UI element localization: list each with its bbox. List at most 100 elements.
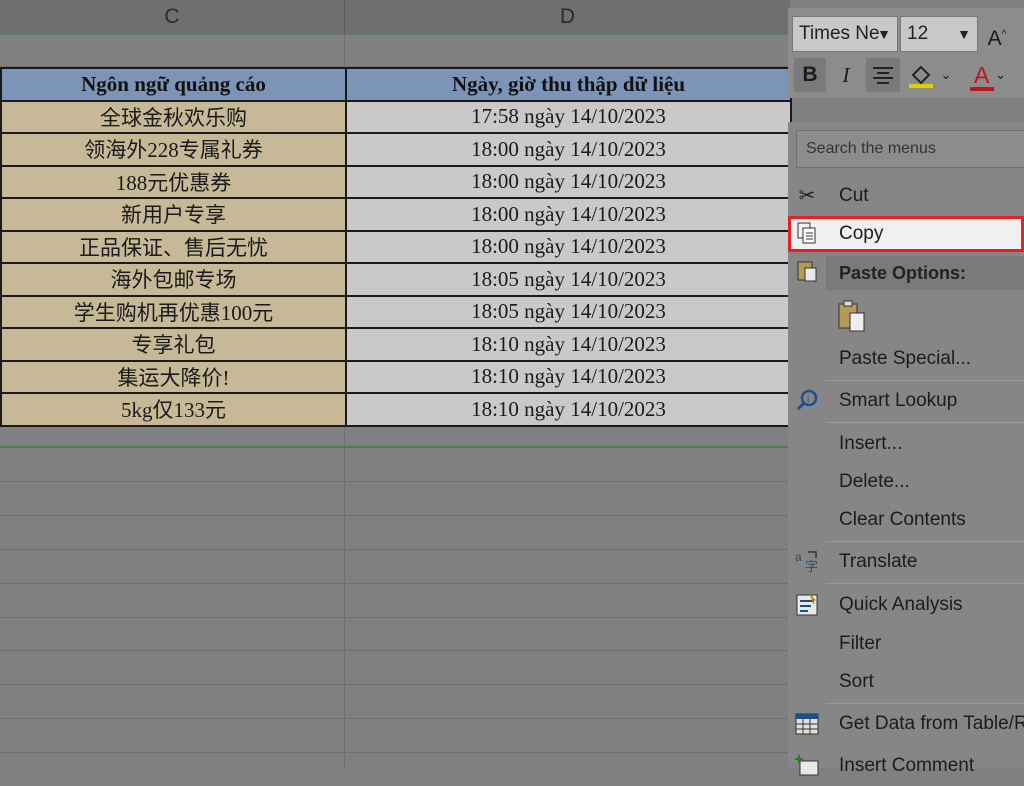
cell-timestamp[interactable]: 18:10 ngày 14/10/2023: [345, 392, 792, 427]
menu-separator: [826, 583, 1024, 584]
menu-separator: [826, 422, 1024, 423]
font-size-box[interactable]: 12 ▼: [900, 16, 978, 52]
gridline: [0, 617, 790, 618]
gridline: [0, 481, 790, 482]
table-row: 专享礼包 18:10 ngày 14/10/2023: [0, 327, 792, 362]
menu-item-label: Translate: [839, 551, 918, 572]
cell-ad-text[interactable]: 188元优惠券: [0, 164, 347, 199]
font-name-box[interactable]: Times Ne ▼: [792, 16, 898, 52]
font-color-swatch: [970, 87, 994, 91]
cell-ad-text[interactable]: 领海外228专属礼券: [0, 132, 347, 167]
gridline: [0, 650, 790, 651]
align-center-icon: [873, 67, 893, 84]
menu-item-label: Get Data from Table/R: [839, 713, 1024, 734]
menu-search-input[interactable]: Search the menus: [796, 130, 1024, 168]
table-header-row: Ngôn ngữ quảng cáo Ngày, giờ thu thập dữ…: [0, 67, 792, 102]
clipboard-icon: [794, 259, 820, 285]
menu-item-cut[interactable]: ✂ Cut: [788, 178, 1024, 214]
fill-color-button[interactable]: ⌄: [904, 58, 954, 92]
menu-item-label: Clear Contents: [839, 509, 966, 530]
cell-timestamp[interactable]: 18:00 ngày 14/10/2023: [345, 132, 792, 167]
menu-item-insert-comment[interactable]: Insert Comment: [788, 748, 1024, 784]
cell-ad-text[interactable]: 海外包邮专场: [0, 262, 347, 297]
menu-item-translate[interactable]: a字 Translate: [788, 544, 1024, 580]
chevron-down-icon: ⌄: [995, 67, 1007, 82]
grow-font-icon: A: [987, 27, 1002, 50]
font-color-button[interactable]: A ⌄: [966, 58, 1014, 92]
context-menu: Search the menus ✂ Cut Copy Paste Option…: [788, 122, 1024, 776]
font-name-value: Times Ne: [799, 23, 880, 44]
cell-ad-text[interactable]: 集运大降价!: [0, 359, 347, 394]
chevron-down-icon: ⌄: [940, 67, 952, 82]
cell-ad-text[interactable]: 新用户专享: [0, 197, 347, 232]
paste-clipboard-icon: [838, 300, 865, 332]
table-icon: [794, 711, 820, 737]
translate-icon: a字: [794, 549, 820, 575]
italic-button[interactable]: I: [830, 58, 862, 92]
align-center-button[interactable]: [866, 58, 900, 92]
cell-timestamp[interactable]: 18:00 ngày 14/10/2023: [345, 229, 792, 264]
cell-timestamp[interactable]: 17:58 ngày 14/10/2023: [345, 99, 792, 134]
gridline: [0, 752, 790, 753]
cell-timestamp[interactable]: 18:00 ngày 14/10/2023: [345, 197, 792, 232]
menu-item-get-data[interactable]: Get Data from Table/R: [788, 706, 1024, 742]
menu-item-clear-contents[interactable]: Clear Contents: [788, 502, 1024, 538]
menu-item-delete[interactable]: Delete...: [788, 464, 1024, 500]
menu-item-paste-special[interactable]: Paste Special...: [788, 341, 1024, 377]
grow-font-button[interactable]: A^: [984, 18, 1010, 52]
data-table: Ngôn ngữ quảng cáo Ngày, giờ thu thập dữ…: [0, 67, 792, 427]
menu-item-quick-analysis[interactable]: Quick Analysis: [788, 587, 1024, 623]
quick-analysis-icon: [794, 592, 820, 618]
menu-item-label: Cut: [839, 185, 869, 206]
column-header-c[interactable]: C: [0, 0, 345, 33]
header-divider: [0, 33, 790, 35]
table-row: 海外包邮专场 18:05 ngày 14/10/2023: [0, 262, 792, 297]
paste-options-label: Paste Options:: [839, 263, 967, 283]
gridline: [0, 718, 790, 719]
menu-separator: [826, 380, 1024, 381]
cell-timestamp[interactable]: 18:05 ngày 14/10/2023: [345, 262, 792, 297]
new-comment-icon: [794, 753, 820, 779]
menu-item-label: Insert Comment: [839, 755, 975, 776]
gridline: [0, 583, 790, 584]
table-row: 学生购机再优惠100元 18:05 ngày 14/10/2023: [0, 294, 792, 329]
menu-item-insert[interactable]: Insert...: [788, 426, 1024, 462]
table-row: 集运大降价! 18:10 ngày 14/10/2023: [0, 359, 792, 394]
table-row: 新用户专享 18:00 ngày 14/10/2023: [0, 197, 792, 232]
cell-timestamp[interactable]: 18:00 ngày 14/10/2023: [345, 164, 792, 199]
header-cell-ad-language[interactable]: Ngôn ngữ quảng cáo: [0, 67, 347, 102]
column-header-d[interactable]: D: [345, 0, 790, 33]
cell-ad-text[interactable]: 全球金秋欢乐购: [0, 99, 347, 134]
chevron-down-icon: ▼: [957, 26, 971, 42]
table-row: 正品保证、售后无忧 18:00 ngày 14/10/2023: [0, 229, 792, 264]
gridline: [0, 549, 790, 550]
menu-item-label: Delete...: [839, 471, 910, 492]
header-cell-collected-at[interactable]: Ngày, giờ thu thập dữ liệu: [345, 67, 792, 102]
chevron-down-icon: ▼: [877, 26, 891, 42]
menu-item-filter[interactable]: Filter: [788, 626, 1024, 662]
menu-separator: [826, 703, 1024, 704]
table-row: 5kg仅133元 18:10 ngày 14/10/2023: [0, 392, 792, 427]
menu-item-label: Copy: [839, 223, 884, 244]
menu-item-copy[interactable]: Copy: [788, 216, 1024, 252]
menu-separator: [826, 541, 1024, 542]
cell-ad-text[interactable]: 正品保证、售后无忧: [0, 229, 347, 264]
paste-options-header: Paste Options:: [826, 256, 1024, 290]
cell-ad-text[interactable]: 学生购机再优惠100元: [0, 294, 347, 329]
selection-border: [0, 446, 790, 448]
cell-timestamp[interactable]: 18:05 ngày 14/10/2023: [345, 294, 792, 329]
cell-timestamp[interactable]: 18:10 ngày 14/10/2023: [345, 327, 792, 362]
mini-toolbar: Times Ne ▼ 12 ▼ A^ B I ⌄ A ⌄: [788, 8, 1024, 98]
menu-item-smart-lookup[interactable]: i Smart Lookup: [788, 383, 1024, 419]
font-size-value: 12: [907, 23, 929, 44]
cell-ad-text[interactable]: 专享礼包: [0, 327, 347, 362]
smart-lookup-icon: i: [794, 388, 820, 414]
paste-button[interactable]: [832, 296, 872, 336]
cell-ad-text[interactable]: 5kg仅133元: [0, 392, 347, 427]
bold-button[interactable]: B: [794, 58, 826, 92]
gridline: [0, 684, 790, 685]
svg-text:字: 字: [805, 559, 818, 574]
cell-timestamp[interactable]: 18:10 ngày 14/10/2023: [345, 359, 792, 394]
menu-item-sort[interactable]: Sort: [788, 664, 1024, 700]
menu-item-label: Paste Special...: [839, 348, 972, 369]
